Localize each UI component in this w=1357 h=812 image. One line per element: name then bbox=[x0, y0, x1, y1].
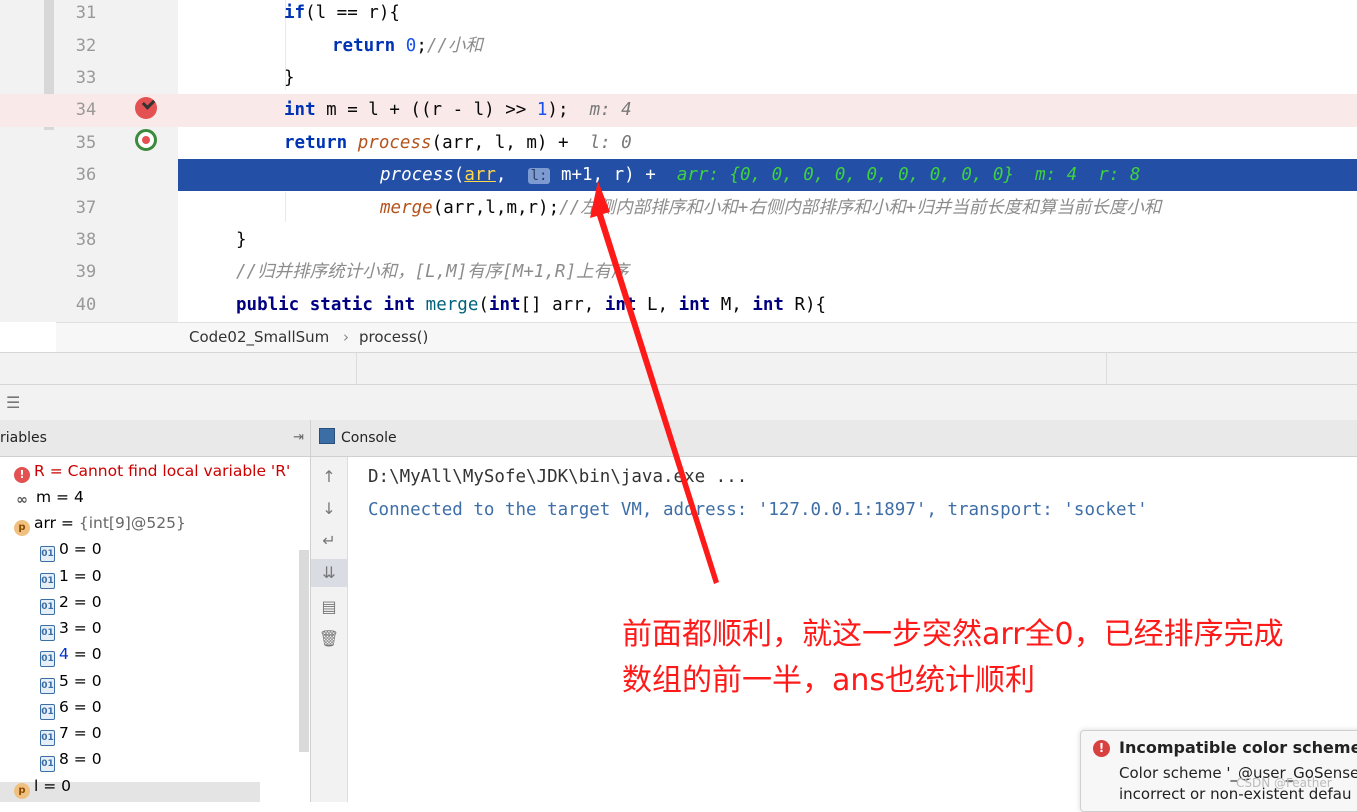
soft-wrap-icon[interactable]: ↵ bbox=[311, 531, 347, 550]
trash-icon[interactable]: 🗑 bbox=[311, 629, 347, 648]
array-element-icon: 01 bbox=[40, 573, 55, 589]
array-element-icon: 01 bbox=[40, 546, 55, 562]
array-element-icon: 01 bbox=[40, 651, 55, 667]
code-line[interactable]: 39 //归并排序统计小和，[L,M]有序[M+1,R]上有序 bbox=[0, 256, 1357, 289]
code-text: return 0;//小和 bbox=[332, 36, 483, 56]
line-number: 33 bbox=[75, 68, 97, 88]
code-text: process(arr, l: m+1, r) + arr: {0, 0, 0,… bbox=[380, 165, 1141, 185]
console-toolbar: ↑ ↓ ↵ ⇊ ▤ 🗑 bbox=[311, 457, 348, 802]
variables-title: riables bbox=[0, 430, 47, 446]
array-element-row[interactable]: 01 2 = 0 bbox=[40, 589, 102, 615]
code-text: if(l == r){ bbox=[284, 3, 400, 23]
console-line: Connected to the target VM, address: '12… bbox=[368, 500, 1148, 520]
line-number: 35 bbox=[75, 133, 97, 153]
code-text: //归并排序统计小和，[L,M]有序[M+1,R]上有序 bbox=[236, 262, 629, 282]
array-element-icon: 01 bbox=[40, 625, 55, 641]
error-icon: ! bbox=[14, 467, 30, 483]
inline-debug-value: m: 4 bbox=[589, 100, 632, 120]
annotation-line: 数组的前一半，ans也统计顺利 bbox=[622, 663, 1036, 698]
code-text: } bbox=[284, 68, 295, 88]
watch-icon: ∞ bbox=[16, 492, 28, 508]
debug-subtoolbar: ☰ bbox=[0, 384, 1357, 421]
step-frame-icon[interactable] bbox=[135, 129, 157, 151]
watermark: CSDN @Feather bbox=[1236, 776, 1332, 790]
debug-toolbar bbox=[0, 352, 1357, 385]
code-line[interactable]: 40 public static int merge(int[] arr, in… bbox=[0, 289, 1357, 322]
pin-icon[interactable]: ⇥ bbox=[293, 420, 304, 456]
line-number: 40 bbox=[75, 295, 97, 315]
toolbar-separator bbox=[1106, 353, 1107, 385]
array-element-row[interactable]: 01 7 = 0 bbox=[40, 720, 102, 746]
line-number: 38 bbox=[75, 230, 97, 250]
code-line[interactable]: 38 } bbox=[0, 224, 1357, 257]
line-number: 37 bbox=[75, 198, 97, 218]
code-text: merge(arr,l,m,r);//左侧内部排序和小和+右侧内部排序和小和+归… bbox=[380, 198, 1162, 218]
code-line-breakpoint[interactable]: 34 int m = l + ((r - l) >> 1); m: 4 bbox=[0, 94, 1357, 127]
toolbar-separator bbox=[356, 353, 357, 385]
parameter-icon: p bbox=[14, 783, 30, 799]
code-editor[interactable]: 31 if(l == r){ 32 return 0;//小和 33 } 34 … bbox=[0, 0, 1357, 322]
breadcrumb: Code02_SmallSum › process() bbox=[56, 322, 1357, 353]
code-text: return process(arr, l, m) + l: 0 bbox=[284, 133, 632, 153]
code-line[interactable]: 32 return 0;//小和 bbox=[0, 30, 1357, 63]
code-text: } bbox=[236, 230, 247, 250]
variable-row[interactable]: ! R = Cannot find local variable 'R' bbox=[14, 458, 290, 484]
console-tab[interactable]: Console bbox=[311, 420, 1357, 457]
array-element-icon: 01 bbox=[40, 730, 55, 746]
array-element-row[interactable]: 01 4 = 0 bbox=[40, 641, 102, 667]
scroll-to-end-icon[interactable]: ⇊ bbox=[311, 559, 347, 587]
array-element-row[interactable]: 01 1 = 0 bbox=[40, 563, 102, 589]
line-number: 31 bbox=[75, 3, 97, 23]
code-text: public static int merge(int[] arr, int L… bbox=[236, 295, 827, 315]
notification-title: Incompatible color scheme bbox=[1119, 738, 1357, 757]
variable-row[interactable]: ∞ m = 4 bbox=[12, 484, 84, 510]
code-line[interactable]: 35 return process(arr, l, m) + l: 0 bbox=[0, 127, 1357, 160]
array-element-icon: 01 bbox=[40, 704, 55, 720]
line-number: 39 bbox=[75, 262, 97, 282]
code-text: int m = l + ((r - l) >> 1); m: 4 bbox=[284, 100, 632, 120]
array-element-row[interactable]: 01 8 = 0 bbox=[40, 746, 102, 772]
console-title: Console bbox=[341, 430, 397, 446]
console-line: D:\MyAll\MySofe\JDK\bin\java.exe ... bbox=[368, 467, 748, 487]
array-element-row[interactable]: 01 6 = 0 bbox=[40, 694, 102, 720]
inline-debug-value: arr: {0, 0, 0, 0, 0, 0, 0, 0, 0} m: 4 r:… bbox=[676, 165, 1141, 185]
array-element-row[interactable]: 01 3 = 0 bbox=[40, 615, 102, 641]
breadcrumb-method[interactable]: process() bbox=[359, 328, 428, 346]
print-icon[interactable]: ▤ bbox=[311, 597, 347, 616]
code-line-current[interactable]: 36 process(arr, l: m+1, r) + arr: {0, 0,… bbox=[0, 159, 1357, 192]
parameter-icon: p bbox=[14, 520, 30, 536]
array-element-row[interactable]: 01 0 = 0 bbox=[40, 536, 102, 562]
breadcrumb-separator: › bbox=[343, 328, 349, 346]
annotation-line: 前面都顺利，就这一步突然arr全0，已经排序完成 bbox=[622, 617, 1284, 652]
code-line[interactable]: 33 } bbox=[0, 62, 1357, 95]
console-icon bbox=[319, 428, 335, 444]
breakpoint-checked-icon[interactable] bbox=[135, 97, 157, 119]
inline-debug-value: l: 0 bbox=[589, 133, 632, 153]
variables-scrollbar[interactable] bbox=[299, 550, 309, 752]
code-line[interactable]: 37 merge(arr,l,m,r);//左侧内部排序和小和+右侧内部排序和小… bbox=[0, 192, 1357, 225]
array-element-row[interactable]: 01 5 = 0 bbox=[40, 668, 102, 694]
variable-row[interactable]: pl = 0 bbox=[14, 773, 71, 799]
annotation-text: 前面都顺利，就这一步突然arr全0，已经排序完成 数组的前一半，ans也统计顺利 bbox=[622, 612, 1352, 704]
code-line[interactable]: 31 if(l == r){ bbox=[0, 0, 1357, 30]
scroll-down-icon[interactable]: ↓ bbox=[311, 499, 347, 518]
line-number: 34 bbox=[75, 100, 97, 120]
notification-popup[interactable]: ! Incompatible color scheme Color scheme… bbox=[1080, 730, 1357, 812]
param-hint: l: bbox=[527, 168, 551, 184]
line-number: 32 bbox=[75, 36, 97, 56]
variable-row[interactable]: p arr = {int[9]@525} bbox=[14, 510, 186, 536]
line-number: 36 bbox=[75, 165, 97, 185]
variables-panel: riables ⇥ ! R = Cannot find local variabl… bbox=[0, 420, 311, 802]
error-icon: ! bbox=[1093, 740, 1110, 757]
breadcrumb-file[interactable]: Code02_SmallSum bbox=[189, 328, 329, 346]
variables-header: riables ⇥ bbox=[0, 420, 310, 457]
scroll-up-icon[interactable]: ↑ bbox=[311, 467, 347, 486]
array-element-icon: 01 bbox=[40, 756, 55, 772]
layout-settings-icon[interactable]: ☰ bbox=[6, 393, 20, 412]
array-element-icon: 01 bbox=[40, 599, 55, 615]
array-element-icon: 01 bbox=[40, 678, 55, 694]
